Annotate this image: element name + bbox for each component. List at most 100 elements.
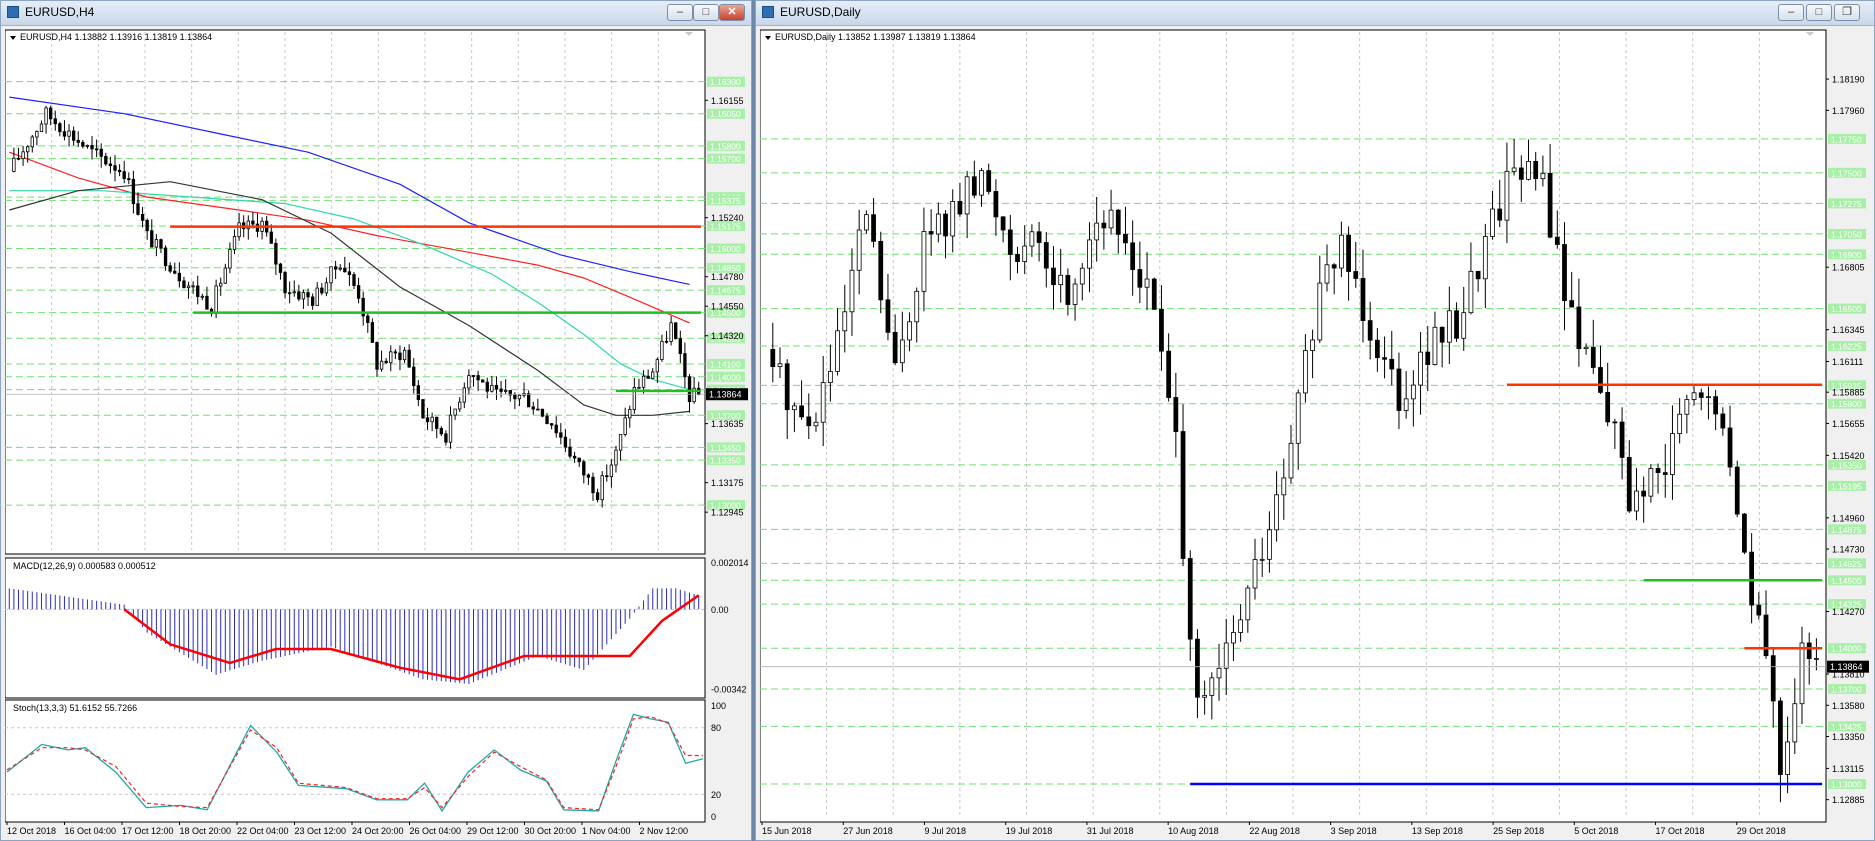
level-tag-label: 1.16225 bbox=[1831, 341, 1862, 351]
candle-body bbox=[1238, 619, 1243, 633]
price-axis-label: 1.14730 bbox=[1832, 545, 1865, 555]
candle-body bbox=[163, 247, 168, 267]
candle-body bbox=[678, 338, 682, 355]
candle-body bbox=[899, 339, 905, 364]
candle-body bbox=[347, 271, 352, 275]
candle-body bbox=[971, 176, 977, 196]
candle-body bbox=[935, 213, 941, 235]
candle-body bbox=[117, 169, 122, 173]
daily-window-titlebar[interactable]: EURUSD,Daily – □ ❐ bbox=[756, 1, 1874, 26]
candle-body bbox=[921, 231, 927, 292]
price-axis-label: 1.13115 bbox=[1832, 764, 1864, 774]
symbol-info-label: EURUSD,H4 1.13882 1.13916 1.13819 1.1386… bbox=[20, 32, 212, 42]
time-axis-label: 2 Nov 12:00 bbox=[640, 826, 689, 836]
candle-body bbox=[683, 353, 687, 378]
level-tag-label: 1.14100 bbox=[710, 359, 741, 369]
candle-body bbox=[283, 272, 287, 294]
macd-label: MACD(12,26,9) 0.000583 0.000512 bbox=[13, 561, 156, 571]
maximize-button[interactable]: □ bbox=[693, 4, 719, 21]
candle-body bbox=[1209, 677, 1215, 696]
price-panel bbox=[5, 29, 706, 555]
candle-body bbox=[219, 282, 223, 287]
candle-body bbox=[1691, 392, 1697, 400]
level-tag-label: 1.13425 bbox=[1831, 722, 1862, 732]
daily-chart-window: EURUSD,Daily – □ ❐ 1.17750 1.17500 1.17275… bbox=[755, 0, 1875, 841]
candle-body bbox=[467, 375, 471, 389]
candle-body bbox=[278, 263, 283, 273]
candle-body bbox=[1187, 558, 1193, 640]
minimize-button[interactable]: – bbox=[667, 4, 693, 21]
candle-body bbox=[481, 379, 485, 383]
candle-body bbox=[979, 170, 984, 196]
candle-body bbox=[384, 360, 388, 364]
macd-axis-label: 0.002014 bbox=[711, 558, 749, 568]
candle-body bbox=[1353, 271, 1359, 279]
candle-body bbox=[435, 416, 439, 429]
candle-body bbox=[1662, 472, 1668, 475]
candle-body bbox=[572, 455, 577, 459]
chart-window-icon bbox=[762, 6, 774, 18]
restore-button[interactable]: ❐ bbox=[1834, 4, 1860, 21]
candle-body bbox=[425, 417, 430, 423]
candle-body bbox=[1231, 632, 1236, 644]
candle-body bbox=[1511, 167, 1517, 172]
candle-body bbox=[986, 170, 992, 192]
candle-body bbox=[674, 322, 678, 340]
maximize-button[interactable]: □ bbox=[1806, 4, 1832, 21]
level-tag-label: 1.17275 bbox=[1831, 199, 1862, 209]
h4-chart-area[interactable]: 1.163001.160501.158001.157001.154001.153… bbox=[5, 28, 749, 838]
candle-body bbox=[1339, 234, 1344, 269]
time-axis-label: 19 Jul 2018 bbox=[1006, 826, 1053, 836]
candle-body bbox=[1590, 346, 1596, 368]
time-axis-label: 29 Oct 12:00 bbox=[467, 826, 519, 836]
price-axis-label: 1.12945 bbox=[711, 508, 744, 518]
candle-body bbox=[600, 475, 604, 501]
candle-body bbox=[595, 492, 600, 501]
candle-body bbox=[536, 408, 540, 411]
level-tag-label: 1.16050 bbox=[710, 109, 741, 119]
time-axis-label: 17 Oct 2018 bbox=[1656, 826, 1705, 836]
candle-body bbox=[356, 285, 361, 299]
candle-body bbox=[871, 214, 876, 242]
candle-body bbox=[1446, 310, 1452, 343]
candle-body bbox=[1583, 346, 1589, 349]
candle-body bbox=[554, 424, 558, 434]
candle-body bbox=[1677, 413, 1683, 435]
h4-window-title: EURUSD,H4 bbox=[25, 5, 95, 19]
daily-chart-area[interactable]: 1.17750 1.17500 1.17275 1.17050 1.16900 1.165… bbox=[760, 28, 1871, 838]
level-tag-label: 1.13700 bbox=[1831, 684, 1862, 694]
candle-body bbox=[1079, 267, 1085, 285]
candle-body bbox=[402, 349, 407, 361]
candle-body bbox=[292, 291, 296, 294]
minimize-button[interactable]: – bbox=[1778, 4, 1804, 21]
candle-body bbox=[1814, 658, 1819, 660]
candle-body bbox=[1713, 396, 1719, 415]
candle-body bbox=[1619, 421, 1625, 458]
h4-window-titlebar[interactable]: EURUSD,H4 – □ ✕ bbox=[1, 1, 751, 26]
close-button[interactable]: ✕ bbox=[719, 4, 745, 21]
candle-body bbox=[813, 421, 819, 427]
candle-body bbox=[1626, 457, 1632, 512]
candle-body bbox=[957, 201, 963, 215]
candle-body bbox=[517, 394, 522, 400]
candle-body bbox=[205, 295, 209, 310]
candle-body bbox=[274, 242, 278, 265]
time-axis-label: 24 Oct 20:00 bbox=[352, 826, 404, 836]
candle-body bbox=[827, 370, 833, 384]
candle-body bbox=[131, 178, 136, 205]
candle-body bbox=[504, 390, 508, 392]
candle-body bbox=[609, 464, 614, 477]
candle-body bbox=[150, 230, 154, 248]
candle-body bbox=[531, 406, 535, 410]
candle-body bbox=[1058, 274, 1064, 286]
candle-body bbox=[173, 270, 177, 274]
candle-body bbox=[1015, 254, 1020, 262]
candle-body bbox=[136, 203, 140, 215]
candle-body bbox=[26, 146, 30, 153]
level-tag-label: 1.15350 bbox=[1831, 460, 1862, 470]
candle-body bbox=[1252, 559, 1258, 589]
candle-body bbox=[1490, 208, 1495, 237]
candle-body bbox=[1360, 278, 1366, 321]
candle-body bbox=[1159, 308, 1164, 352]
price-axis-label: 1.14550 bbox=[711, 302, 744, 312]
